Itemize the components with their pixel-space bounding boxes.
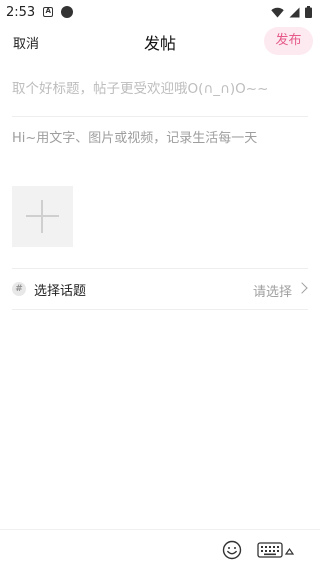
battery-icon xyxy=(305,6,312,18)
keyboard-toggle-button[interactable] xyxy=(257,542,295,558)
topic-label: 选择话题 xyxy=(34,284,87,299)
post-title-input[interactable]: 取个好标题，帖子更受欢迎哦O(∩_∩)O~~ xyxy=(12,74,308,104)
title-divider xyxy=(12,116,308,117)
notification-a-icon: A xyxy=(43,7,54,17)
circle-dot-icon xyxy=(61,6,74,18)
top-nav: 取消 发帖 发布 xyxy=(0,24,320,60)
topic-top-divider xyxy=(12,268,308,269)
topic-value: 请选择 xyxy=(252,285,292,300)
chevron-right-icon xyxy=(296,282,308,294)
hashtag-icon: # xyxy=(12,282,26,296)
post-body-input[interactable]: Hi~用文字、图片或视频，记录生活每一天 xyxy=(12,126,308,152)
caret-up-icon xyxy=(284,547,295,555)
select-topic-row[interactable]: # 选择话题 请选择 xyxy=(12,270,308,308)
add-media-button[interactable] xyxy=(12,186,73,247)
emoji-icon[interactable] xyxy=(222,540,242,560)
wifi-icon xyxy=(271,7,284,17)
publish-button[interactable]: 发布 xyxy=(264,27,313,55)
topic-bottom-divider xyxy=(12,309,308,310)
status-bar: 2:53 A xyxy=(0,0,320,24)
signal-icon xyxy=(289,7,300,17)
keyboard-icon xyxy=(257,542,283,558)
toolbar-divider xyxy=(0,529,320,530)
status-time: 2:53 xyxy=(6,4,36,20)
